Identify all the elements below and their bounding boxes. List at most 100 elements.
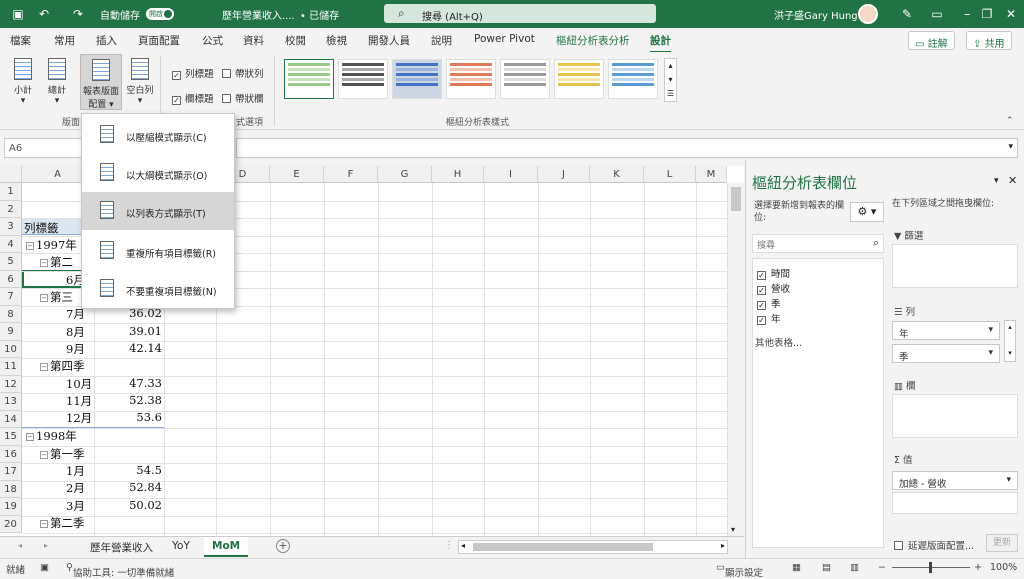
value-11[interactable]: 52.38 xyxy=(112,393,162,407)
blank-rows-button[interactable]: 空白列 ▾ xyxy=(124,54,156,110)
rows-scrollbar[interactable]: ▴ ▾ xyxy=(1004,320,1016,362)
style-swatch-orange[interactable] xyxy=(446,59,496,99)
field-settings-button[interactable]: ⚙ ▾ xyxy=(850,202,884,222)
normal-view-icon[interactable]: ▦ xyxy=(792,562,801,573)
banded-cols-checkbox[interactable]: 帶狀欄 xyxy=(222,91,264,105)
row-header[interactable]: 10 xyxy=(0,340,22,358)
defer-layout-checkbox[interactable]: 延遲版面配置... xyxy=(894,538,974,552)
scroll-thumb[interactable] xyxy=(731,187,741,211)
style-swatch-gray[interactable] xyxy=(338,59,388,99)
pen-icon[interactable]: ✎ xyxy=(896,4,918,24)
menu-no-repeat-labels[interactable]: 不要重複項目標籤(N) xyxy=(82,270,234,308)
column-header-m[interactable]: M xyxy=(696,166,727,183)
tab-design[interactable]: 設計 xyxy=(650,33,671,53)
banded-rows-checkbox[interactable]: 帶狀列 xyxy=(222,66,264,80)
row-header[interactable]: 19 xyxy=(0,498,22,516)
update-button[interactable]: 更新 xyxy=(986,534,1018,552)
avatar[interactable] xyxy=(858,4,878,24)
quarter-2-1998[interactable]: − 第二季 xyxy=(40,515,85,531)
year-1997[interactable]: −1997年 xyxy=(26,237,77,253)
redo-icon[interactable]: ↷ xyxy=(70,6,86,22)
style-swatch-silver[interactable] xyxy=(500,59,550,99)
vertical-scrollbar[interactable]: ▾ xyxy=(727,183,744,536)
year-1998[interactable]: −1998年 xyxy=(26,428,77,444)
row-header[interactable]: 11 xyxy=(0,358,22,376)
rows-item-quarter[interactable]: 季 xyxy=(892,344,1000,363)
menu-repeat-labels[interactable]: 重複所有項目標籤(R) xyxy=(82,232,234,270)
accessibility-status[interactable]: ⚲ 協助工具: 一切準備就緒 xyxy=(66,562,174,579)
field-revenue[interactable]: ✓ 營收 xyxy=(757,281,790,295)
month-1[interactable]: 1月 xyxy=(66,463,85,479)
values-item-sum-revenue[interactable]: 加總 - 營收 xyxy=(892,471,1018,490)
report-layout-button[interactable]: 報表版面 配置 ▾ xyxy=(80,54,122,110)
zoom-in-icon[interactable]: + xyxy=(974,562,982,573)
scroll-sheets-right-icon[interactable]: ▸ xyxy=(44,541,48,550)
field-time[interactable]: ✓ 時間 xyxy=(757,266,790,280)
zoom-out-icon[interactable]: − xyxy=(878,562,886,573)
formula-input[interactable]: ▾ xyxy=(236,138,1018,158)
style-swatch-green[interactable] xyxy=(284,59,334,99)
page-layout-view-icon[interactable]: ▤ xyxy=(822,562,831,573)
row-header[interactable]: 17 xyxy=(0,463,22,481)
zoom-slider-thumb[interactable] xyxy=(929,562,932,573)
scroll-sheets-left-icon[interactable]: ◂ xyxy=(18,541,22,550)
field-year[interactable]: ✓ 年 xyxy=(757,311,781,325)
row-header[interactable]: 9 xyxy=(0,323,22,341)
col-headers-checkbox[interactable]: ✓ 欄標題 xyxy=(172,91,214,105)
tab-insert[interactable]: 插入 xyxy=(96,33,117,48)
row-header[interactable]: 1 xyxy=(0,183,22,201)
row-header[interactable]: 4 xyxy=(0,235,22,253)
tab-data[interactable]: 資料 xyxy=(243,33,264,48)
column-header-f[interactable]: F xyxy=(324,166,378,183)
menu-compact-form[interactable]: 以壓縮模式顯示(C) xyxy=(82,116,234,154)
minimize-icon[interactable]: – xyxy=(956,4,978,24)
row-labels-header[interactable]: 列標籤 xyxy=(24,220,59,236)
row-header[interactable]: 16 xyxy=(0,445,22,463)
row-header[interactable]: 14 xyxy=(0,410,22,428)
select-all-corner[interactable] xyxy=(0,166,22,183)
tab-view[interactable]: 檢視 xyxy=(326,33,347,48)
quarter-4[interactable]: − 第四季 xyxy=(40,358,85,374)
quarter-1-1998[interactable]: − 第一季 xyxy=(40,446,85,462)
subtotal-button[interactable]: 小計 ▾ xyxy=(8,54,38,110)
value-8[interactable]: 39.01 xyxy=(112,324,162,338)
horizontal-scrollbar[interactable]: ◂ ▸ xyxy=(458,540,728,554)
menu-tabular-form[interactable]: 以列表方式顯示(T) xyxy=(82,192,234,230)
sheet-tab-mom[interactable]: MoM xyxy=(204,537,249,557)
values-area[interactable] xyxy=(892,492,1018,514)
row-header[interactable]: 5 xyxy=(0,253,22,271)
column-header-i[interactable]: I xyxy=(484,166,538,183)
pane-close-icon[interactable]: ✕ xyxy=(1008,174,1017,187)
field-search-input[interactable]: 搜尋 ⌕ xyxy=(752,234,884,253)
row-header[interactable]: 6 xyxy=(0,270,22,288)
row-header[interactable]: 13 xyxy=(0,393,22,411)
column-header-k[interactable]: K xyxy=(590,166,644,183)
row-header[interactable]: 3 xyxy=(0,218,22,236)
tab-developer[interactable]: 開發人員 xyxy=(368,33,410,48)
column-header-l[interactable]: L xyxy=(644,166,696,183)
column-header-h[interactable]: H xyxy=(432,166,484,183)
more-tables-link[interactable]: 其他表格... xyxy=(755,335,802,349)
row-headers-checkbox[interactable]: ✓ 列標題 xyxy=(172,66,214,80)
month-2[interactable]: 2月 xyxy=(66,480,85,496)
tab-home[interactable]: 常用 xyxy=(54,33,75,48)
row-header[interactable]: 7 xyxy=(0,288,22,306)
page-break-view-icon[interactable]: ▥ xyxy=(850,562,859,573)
tab-formulas[interactable]: 公式 xyxy=(202,33,223,48)
row-header[interactable]: 20 xyxy=(0,515,22,533)
tab-page-layout[interactable]: 頁面配置 xyxy=(138,33,180,48)
quarter-2[interactable]: − 第二 xyxy=(40,254,73,270)
value-2[interactable]: 52.84 xyxy=(112,480,162,494)
file-name[interactable]: 歷年營業收入.... xyxy=(222,7,295,22)
row-header[interactable]: 15 xyxy=(0,428,22,446)
month-12[interactable]: 12月 xyxy=(66,410,92,426)
sheet-tab-revenue[interactable]: 歷年營業收入 xyxy=(82,537,161,557)
display-settings[interactable]: ▭ 顯示設定 xyxy=(716,562,763,579)
search-box[interactable]: ⌕ 搜尋 (Alt+Q) xyxy=(384,4,656,23)
share-button[interactable]: ⇪ 共用 xyxy=(966,31,1012,50)
row-header[interactable]: 12 xyxy=(0,375,22,393)
month-3[interactable]: 3月 xyxy=(66,498,85,514)
tab-file[interactable]: 檔案 xyxy=(10,33,31,48)
field-quarter[interactable]: ✓ 季 xyxy=(757,296,781,310)
style-swatch-blue-selected[interactable] xyxy=(392,59,442,99)
